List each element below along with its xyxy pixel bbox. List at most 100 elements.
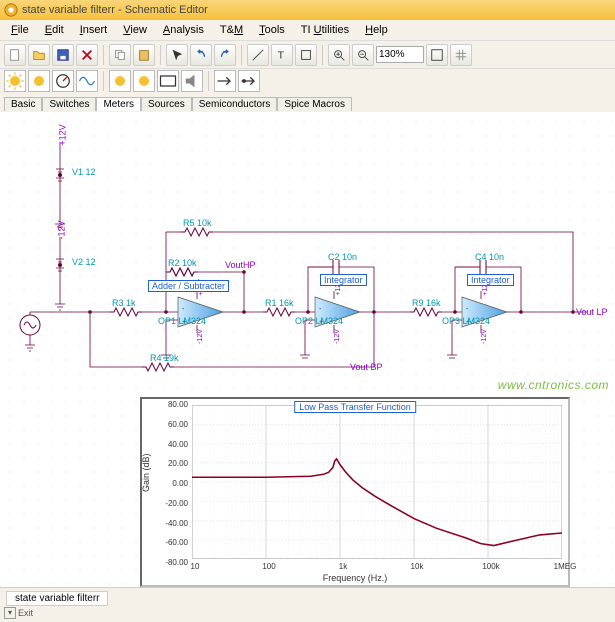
schematic-canvas[interactable]: - + - + - [0, 112, 615, 587]
zoom-field[interactable] [376, 46, 424, 63]
redo-button[interactable] [214, 44, 236, 66]
comp-btn-10[interactable] [238, 70, 260, 92]
close-icon [80, 48, 94, 62]
menu-tools[interactable]: Tools [252, 22, 292, 38]
label-r3: R3 1k [112, 298, 136, 308]
bottom-bar: state variable filterr ▾ Exit [0, 587, 615, 622]
x-tick: 100k [476, 562, 506, 571]
paste-button[interactable] [133, 44, 155, 66]
y-tick: 20.00 [150, 459, 188, 468]
zoom-out-button[interactable] [352, 44, 374, 66]
separator [160, 45, 161, 65]
net-m12v-op1: -12V [197, 329, 204, 344]
menu-analysis[interactable]: Analysis [156, 22, 211, 38]
comp-btn-9[interactable] [214, 70, 236, 92]
menu-help[interactable]: Help [358, 22, 395, 38]
open-button[interactable] [28, 44, 50, 66]
text-button[interactable]: T [271, 44, 293, 66]
zoom-fit-button[interactable] [426, 44, 448, 66]
file-tab[interactable]: state variable filterr [6, 591, 108, 606]
arrow-right-icon [215, 71, 235, 91]
block-adder: Adder / Subtracter [148, 280, 229, 292]
menu-view[interactable]: View [116, 22, 154, 38]
speaker-icon [182, 71, 202, 91]
separator [241, 45, 242, 65]
sun-icon [134, 71, 154, 91]
wire-button[interactable] [247, 44, 269, 66]
save-button[interactable] [52, 44, 74, 66]
menu-edit[interactable]: Edit [38, 22, 71, 38]
meter-icon [158, 71, 178, 91]
graph-panel[interactable]: Low Pass Transfer Function Gain (dB) Fre… [140, 397, 570, 587]
separator [322, 45, 323, 65]
paste-icon [137, 48, 151, 62]
menu-insert[interactable]: Insert [73, 22, 115, 38]
shape-icon [299, 48, 313, 62]
arrow-right-icon [239, 71, 259, 91]
toolbar-main: T [0, 40, 615, 68]
meter-icon [53, 71, 73, 91]
comp-btn-1[interactable] [4, 70, 26, 92]
sun-icon [5, 71, 25, 91]
y-tick: 60.00 [150, 420, 188, 429]
block-int2: Integrator [467, 274, 514, 286]
separator [103, 45, 104, 65]
comp-btn-5[interactable] [109, 70, 131, 92]
menu-tm[interactable]: T&M [213, 22, 250, 38]
net-m12v-1: -12V [57, 220, 67, 239]
comp-btn-2[interactable] [28, 70, 50, 92]
undo-button[interactable] [190, 44, 212, 66]
disk-icon [56, 48, 70, 62]
label-op1: OP1 LM324 [158, 316, 206, 326]
y-tick: -60.00 [150, 538, 188, 547]
label-op2: OP2 LM324 [295, 316, 343, 326]
copy-icon [113, 48, 127, 62]
toolbar-components: Basic Switches Meters Sources Semiconduc… [0, 68, 615, 112]
new-button[interactable] [4, 44, 26, 66]
y-tick: 40.00 [150, 440, 188, 449]
comp-btn-4[interactable] [76, 70, 98, 92]
close-button[interactable] [76, 44, 98, 66]
svg-text:T: T [278, 49, 285, 61]
comp-btn-6[interactable] [133, 70, 155, 92]
menu-tiutil[interactable]: TI Utilities [294, 22, 356, 38]
tool-button-1[interactable] [295, 44, 317, 66]
block-int1: Integrator [320, 274, 367, 286]
tab-meters[interactable]: Meters [96, 97, 141, 111]
zoom-out-icon [356, 48, 370, 62]
separator [103, 71, 104, 91]
x-tick: 100 [254, 562, 284, 571]
zoom-in-button[interactable] [328, 44, 350, 66]
net-vouthp: VoutHP [225, 260, 256, 270]
select-button[interactable] [166, 44, 188, 66]
separator [208, 71, 209, 91]
sun-icon [29, 71, 49, 91]
y-tick: -40.00 [150, 519, 188, 528]
tab-switches[interactable]: Switches [42, 97, 96, 111]
grid-button[interactable] [450, 44, 472, 66]
y-tick: 80.00 [150, 400, 188, 409]
net-voutbp: Vout BP [350, 362, 383, 372]
tab-sources[interactable]: Sources [141, 97, 192, 111]
y-tick: 0.00 [150, 479, 188, 488]
label-r1: R1 16k [265, 298, 294, 308]
tab-basic[interactable]: Basic [4, 97, 42, 111]
status-dropdown-icon[interactable]: ▾ [4, 607, 16, 619]
net-voutlp: Vout LP [576, 307, 608, 317]
tab-spicemacros[interactable]: Spice Macros [277, 97, 352, 111]
grid-icon [454, 48, 468, 62]
label-op3: OP3 LM324 [442, 316, 490, 326]
tab-semiconductors[interactable]: Semiconductors [192, 97, 278, 111]
copy-button[interactable] [109, 44, 131, 66]
label-r4: R4 19k [150, 353, 179, 363]
label-c4: C4 10n [475, 252, 504, 262]
label-c2: C2 10n [328, 252, 357, 262]
comp-btn-8[interactable] [181, 70, 203, 92]
comp-btn-7[interactable] [157, 70, 179, 92]
file-icon [8, 48, 22, 62]
watermark: www.cntronics.com [498, 378, 609, 392]
arrow-icon [170, 48, 184, 62]
x-tick: 1MEG [550, 562, 580, 571]
menu-file[interactable]: File [4, 22, 36, 38]
comp-btn-3[interactable] [52, 70, 74, 92]
